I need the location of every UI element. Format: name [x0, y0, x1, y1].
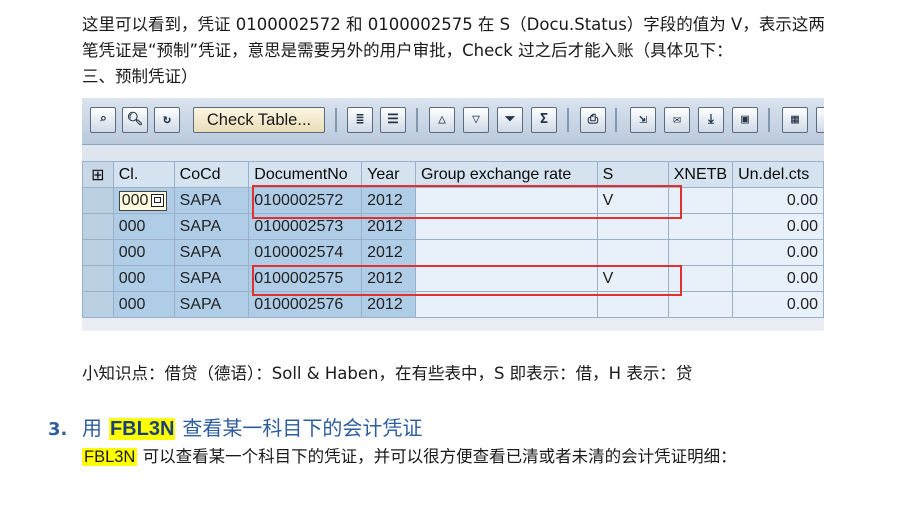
section-body: FBL3N 可以查看某一个科目下的凭证，并可以很方便查看已清或者未清的会计凭证明… — [82, 443, 737, 467]
cell-cl[interactable]: 000 — [112, 187, 175, 214]
row-selector[interactable] — [82, 265, 114, 292]
refresh-icon[interactable]: ↻ — [154, 107, 180, 133]
column-header-documentno[interactable]: DocumentNo — [248, 161, 363, 188]
column-header-s[interactable]: S — [596, 161, 669, 188]
total-icon[interactable]: Σ — [531, 107, 557, 133]
body-text: 可以查看某一个科目下的凭证，并可以很方便查看已清或者未清的会计凭证明细： — [142, 447, 737, 466]
cell-undel[interactable]: 0.00 — [732, 187, 824, 214]
filter-icon[interactable]: ⏷ — [497, 107, 523, 133]
body-keyword: FBL3N — [82, 448, 138, 466]
sort-ascending-icon[interactable]: △ — [429, 107, 455, 133]
cell-undel[interactable]: 0.00 — [732, 213, 824, 240]
tip-paragraph: 小知识点：借贷（德语）：Soll & Haben，在有些表中，S 即表示：借，H… — [82, 364, 693, 383]
cell-cocd[interactable]: SAPA — [173, 291, 250, 318]
cell-cl[interactable]: 000 — [112, 213, 175, 240]
column-header-cocd[interactable]: CoCd — [173, 161, 250, 188]
intro-line-1: 这里可以看到，凭证 0100002572 和 0100002575 在 S（Do… — [82, 15, 825, 34]
toolbar-separator — [416, 108, 418, 132]
cell-rate[interactable] — [414, 239, 598, 266]
section-prefix: 用 — [82, 416, 102, 440]
toolbar-separator — [768, 108, 770, 132]
row-selector[interactable] — [82, 187, 114, 214]
annotation-box-row-1 — [252, 185, 682, 219]
section-number: 3. — [48, 419, 68, 440]
sort-descending-icon[interactable]: ▽ — [463, 107, 489, 133]
cell-undel[interactable]: 0.00 — [732, 239, 824, 266]
section-heading: 3. 用 FBL3N 查看某一科目下的会计凭证 — [48, 412, 422, 441]
delete-icon[interactable]: ▣ — [732, 107, 758, 133]
column-header-xnetb[interactable]: XNETB — [667, 161, 734, 188]
sap-screenshot: ⌕ 🔍︎ ↻ Check Table... ≣ ☰ △ ▽ ⏷ Σ ⎙ ⇲ ✉ … — [82, 98, 824, 331]
layout-icon[interactable]: ▤ — [816, 107, 824, 133]
column-header-cl[interactable]: Cl. — [112, 161, 175, 188]
intro-paragraph: 这里可以看到，凭证 0100002572 和 0100002575 在 S（Do… — [82, 12, 912, 90]
deselect-all-icon[interactable]: ☰ — [380, 107, 406, 133]
row-selector[interactable] — [82, 213, 114, 240]
column-header-undel-cts[interactable]: Un.del.cts — [732, 161, 824, 188]
cell-cocd[interactable]: SAPA — [173, 239, 250, 266]
mail-icon[interactable]: ✉ — [664, 107, 690, 133]
check-table-button[interactable]: Check Table... — [193, 107, 325, 133]
table-header-row: ⊞ Cl. CoCd DocumentNo Year Group exchang… — [82, 161, 824, 188]
cell-cocd[interactable]: SAPA — [173, 265, 250, 292]
cell-undel[interactable]: 0.00 — [732, 291, 824, 318]
column-header-year[interactable]: Year — [361, 161, 416, 188]
column-header-group-exchange-rate[interactable]: Group exchange rate — [414, 161, 598, 188]
intro-line-2: 笔凭证是“预制”凭证，意思是需要另外的用户审批，Check 过之后才能入账（具体… — [82, 41, 733, 60]
toolbar-separator — [335, 108, 337, 132]
toolbar-gap — [82, 145, 824, 161]
cell-cl[interactable]: 000 — [112, 239, 175, 266]
save-icon[interactable]: ⤓ — [698, 107, 724, 133]
row-selector[interactable] — [82, 239, 114, 266]
grid-icon[interactable]: ▦ — [782, 107, 808, 133]
select-all-rows-icon[interactable]: ⊞ — [82, 161, 114, 188]
cell-cocd[interactable]: SAPA — [173, 187, 250, 214]
cell-cocd[interactable]: SAPA — [173, 213, 250, 240]
cell-s[interactable] — [596, 239, 669, 266]
cell-undel[interactable]: 0.00 — [732, 265, 824, 292]
cell-xnetb[interactable] — [667, 239, 734, 266]
alv-toolbar: ⌕ 🔍︎ ↻ Check Table... ≣ ☰ △ ▽ ⏷ Σ ⎙ ⇲ ✉ … — [82, 98, 824, 145]
cell-cl[interactable]: 000 — [112, 291, 175, 318]
details-icon[interactable]: ⌕ — [90, 107, 116, 133]
toolbar-separator — [615, 108, 617, 132]
cell-cl[interactable]: 000 — [112, 265, 175, 292]
intro-line-3: 三、预制凭证） — [82, 67, 198, 86]
cell-year[interactable]: 2012 — [361, 239, 416, 266]
value-help-icon[interactable] — [151, 193, 165, 207]
cell-cl-value: 000 — [121, 191, 149, 209]
select-all-icon[interactable]: ≣ — [347, 107, 373, 133]
cell-docno[interactable]: 0100002574 — [248, 239, 363, 266]
row-selector[interactable] — [82, 291, 114, 318]
toolbar-separator — [567, 108, 569, 132]
section-title-rest: 查看某一科目下的会计凭证 — [182, 416, 423, 440]
export-icon[interactable]: ⇲ — [630, 107, 656, 133]
table-row[interactable]: 000 SAPA 0100002574 2012 0.00 — [82, 239, 824, 266]
section-keyword: FBL3N — [108, 418, 176, 440]
find-icon[interactable]: 🔍︎ — [122, 107, 148, 133]
print-icon[interactable]: ⎙ — [580, 107, 606, 133]
annotation-box-row-4 — [252, 265, 682, 296]
